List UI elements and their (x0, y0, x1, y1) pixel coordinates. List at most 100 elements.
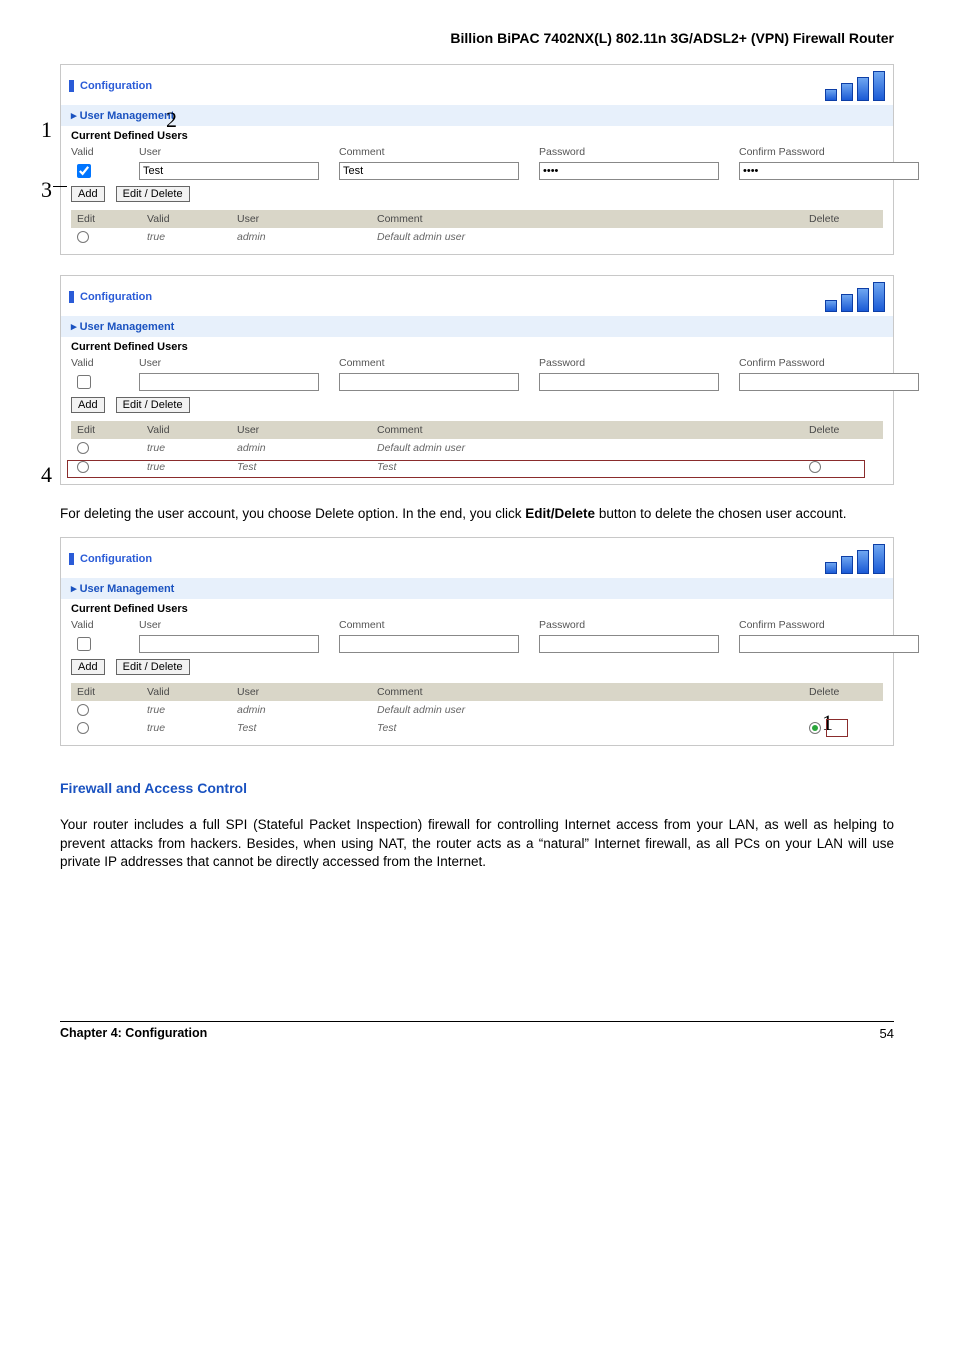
label-valid: Valid (71, 619, 119, 631)
cell-delete (803, 719, 883, 737)
panel-title: Configuration (69, 80, 152, 92)
edit-radio[interactable] (77, 442, 89, 454)
th-user: User (231, 683, 371, 701)
th-edit: Edit (71, 683, 141, 701)
text-part-1: For deleting the user account, you choos… (60, 506, 525, 521)
delete-radio[interactable] (809, 461, 821, 473)
valid-checkbox[interactable] (77, 637, 91, 651)
cell-user: Test (231, 719, 371, 737)
sub-head-current-users: Current Defined Users (61, 337, 893, 355)
delete-paragraph: For deleting the user account, you choos… (60, 505, 894, 523)
edit-delete-button[interactable]: Edit / Delete (116, 186, 190, 202)
edit-delete-button[interactable]: Edit / Delete (116, 397, 190, 413)
cell-user: admin (231, 228, 371, 246)
label-confirm: Confirm Password (739, 357, 919, 369)
edit-delete-button[interactable]: Edit / Delete (116, 659, 190, 675)
section-user-mgmt: User Management (61, 105, 893, 126)
table-row: true Test Test (71, 457, 883, 475)
th-comment: Comment (371, 421, 803, 439)
valid-checkbox[interactable] (77, 164, 91, 178)
cell-user: admin (231, 701, 371, 719)
add-button[interactable]: Add (71, 659, 105, 675)
cell-delete (803, 228, 883, 246)
cell-valid: true (141, 719, 231, 737)
label-password: Password (539, 619, 719, 631)
user-input[interactable] (139, 373, 319, 391)
brand-logo-icon (825, 71, 885, 101)
sub-head-current-users: Current Defined Users (61, 126, 893, 144)
label-user: User (139, 146, 319, 158)
th-user: User (231, 421, 371, 439)
sub-head-current-users: Current Defined Users (61, 599, 893, 617)
label-valid: Valid (71, 146, 119, 158)
table-row: true Test Test (71, 719, 883, 737)
password-input[interactable] (539, 635, 719, 653)
label-comment: Comment (339, 146, 519, 158)
comment-input[interactable] (339, 373, 519, 391)
panel-title: Configuration (69, 553, 152, 565)
annotation-4: 4 (41, 462, 52, 488)
password-input[interactable] (539, 373, 719, 391)
table-row: true admin Default admin user (71, 228, 883, 246)
confirm-input[interactable] (739, 162, 919, 180)
user-input[interactable] (139, 635, 319, 653)
users-table-c: Edit Valid User Comment Delete true admi… (71, 683, 883, 737)
confirm-input[interactable] (739, 373, 919, 391)
cell-comment: Test (371, 719, 803, 737)
label-valid: Valid (71, 357, 119, 369)
users-table-a: Edit Valid User Comment Delete true admi… (71, 210, 883, 246)
text-part-bold: Edit/Delete (525, 506, 595, 521)
config-panel-c: 1 Configuration User Management Current … (60, 537, 894, 746)
table-row: true admin Default admin user (71, 701, 883, 719)
th-valid: Valid (141, 210, 231, 228)
annotation-3: 3 (41, 177, 52, 203)
cell-comment: Default admin user (371, 701, 803, 719)
annot-line-3 (53, 186, 67, 187)
edit-radio[interactable] (77, 461, 89, 473)
delete-radio[interactable] (809, 722, 821, 734)
cell-valid: true (141, 457, 231, 475)
edit-radio[interactable] (77, 722, 89, 734)
user-input[interactable] (139, 162, 319, 180)
cell-comment: Default admin user (371, 228, 803, 246)
table-row: true admin Default admin user (71, 439, 883, 457)
confirm-input[interactable] (739, 635, 919, 653)
firewall-paragraph: Your router includes a full SPI (Statefu… (60, 816, 894, 871)
label-comment: Comment (339, 357, 519, 369)
th-delete: Delete (803, 421, 883, 439)
page-footer: Chapter 4: Configuration 54 (60, 1021, 894, 1041)
section-user-mgmt: User Management (61, 578, 893, 599)
edit-radio[interactable] (77, 704, 89, 716)
document-title: Billion BiPAC 7402NX(L) 802.11n 3G/ADSL2… (60, 30, 894, 46)
annotation-c1: 1 (822, 710, 833, 736)
firewall-heading: Firewall and Access Control (60, 780, 894, 796)
config-panel-b: 4 Configuration User Management Current … (60, 275, 894, 484)
th-delete: Delete (803, 683, 883, 701)
add-button[interactable]: Add (71, 397, 105, 413)
label-user: User (139, 619, 319, 631)
cell-valid: true (141, 439, 231, 457)
th-user: User (231, 210, 371, 228)
th-comment: Comment (371, 683, 803, 701)
label-password: Password (539, 146, 719, 158)
th-edit: Edit (71, 210, 141, 228)
label-confirm: Confirm Password (739, 146, 919, 158)
th-valid: Valid (141, 683, 231, 701)
cell-delete (803, 457, 883, 475)
annotation-2: 2 (166, 107, 177, 133)
edit-radio[interactable] (77, 231, 89, 243)
panel-title: Configuration (69, 291, 152, 303)
comment-input[interactable] (339, 162, 519, 180)
cell-valid: true (141, 228, 231, 246)
add-button[interactable]: Add (71, 186, 105, 202)
cell-valid: true (141, 701, 231, 719)
cell-user: Test (231, 457, 371, 475)
section-user-mgmt: User Management (61, 316, 893, 337)
valid-checkbox[interactable] (77, 375, 91, 389)
annotation-1: 1 (41, 117, 52, 143)
th-delete: Delete (803, 210, 883, 228)
th-comment: Comment (371, 210, 803, 228)
comment-input[interactable] (339, 635, 519, 653)
password-input[interactable] (539, 162, 719, 180)
label-comment: Comment (339, 619, 519, 631)
